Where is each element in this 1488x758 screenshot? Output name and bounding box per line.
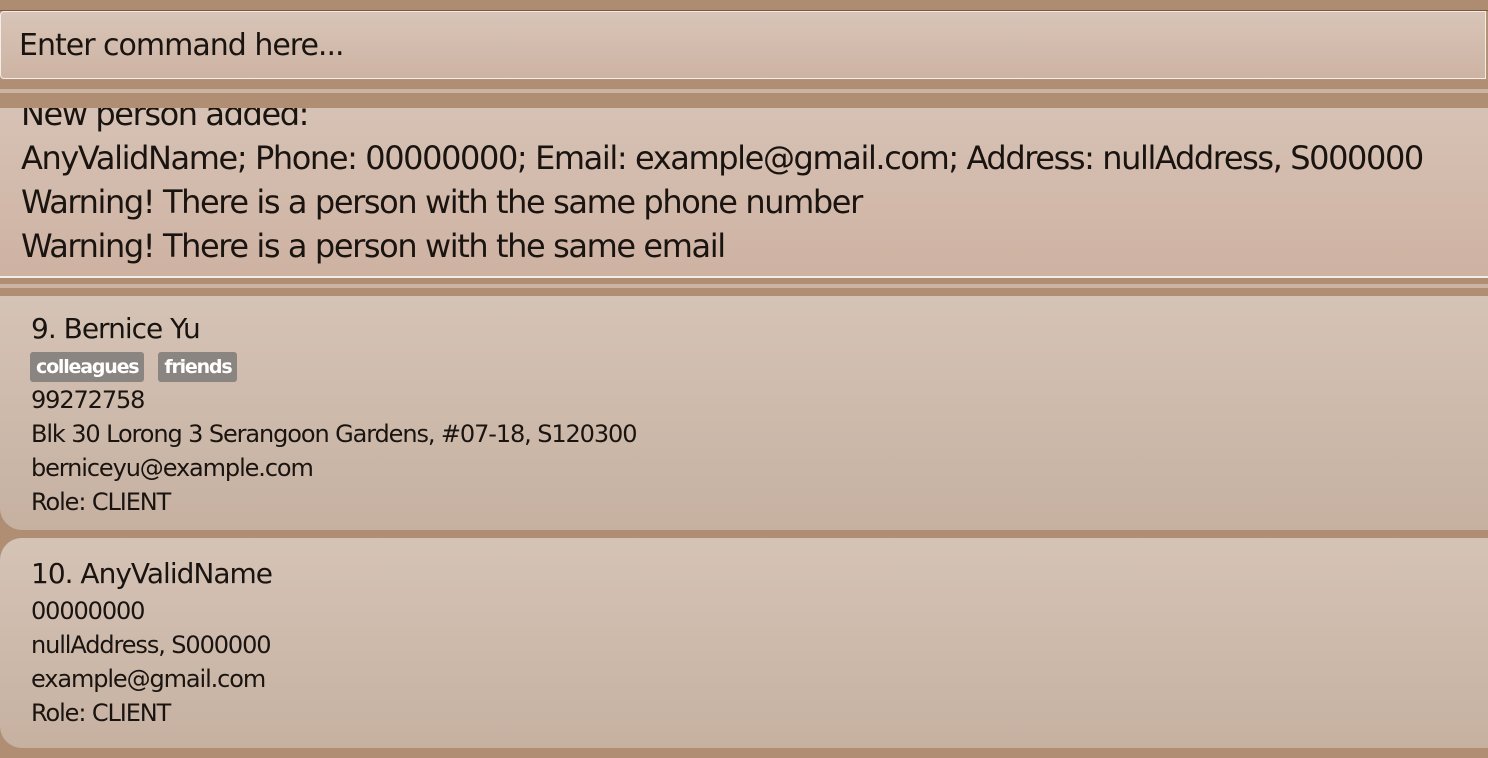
tag: friends [158, 352, 238, 382]
person-name: 10. AnyValidName [31, 557, 273, 590]
result-line: New person added: [21, 108, 309, 133]
tag: colleagues [30, 352, 145, 382]
separator-line [0, 284, 1488, 288]
person-list[interactable]: 9. Bernice Yu colleagues friends 9927275… [0, 296, 1488, 758]
person-phone: 99272758 [31, 386, 145, 414]
separator-line [0, 89, 1488, 93]
window-top-strip [0, 0, 1488, 11]
person-email: berniceyu@example.com [31, 454, 314, 482]
person-role: Role: CLIENT [31, 699, 171, 727]
result-line: Warning! There is a person with the same… [21, 183, 863, 221]
command-input[interactable] [1, 12, 1485, 78]
result-display[interactable]: New person added: AnyValidName; Phone: 0… [0, 108, 1488, 278]
person-name: 9. Bernice Yu [31, 312, 201, 345]
person-phone: 00000000 [31, 597, 145, 625]
result-line: AnyValidName; Phone: 00000000; Email: ex… [21, 139, 1424, 177]
separator [0, 80, 1488, 108]
person-card[interactable]: 10. AnyValidName 00000000 nullAddress, S… [0, 538, 1488, 748]
person-address: nullAddress, S000000 [31, 631, 272, 659]
person-address: Blk 30 Lorong 3 Serangoon Gardens, #07-1… [31, 420, 637, 448]
person-email: example@gmail.com [31, 665, 266, 693]
person-card[interactable]: 9. Bernice Yu colleagues friends 9927275… [0, 296, 1488, 530]
command-box[interactable] [0, 11, 1486, 79]
result-line: Warning! There is a person with the same… [21, 227, 726, 265]
tag-list: colleagues friends [30, 352, 238, 382]
person-role: Role: CLIENT [31, 488, 171, 516]
